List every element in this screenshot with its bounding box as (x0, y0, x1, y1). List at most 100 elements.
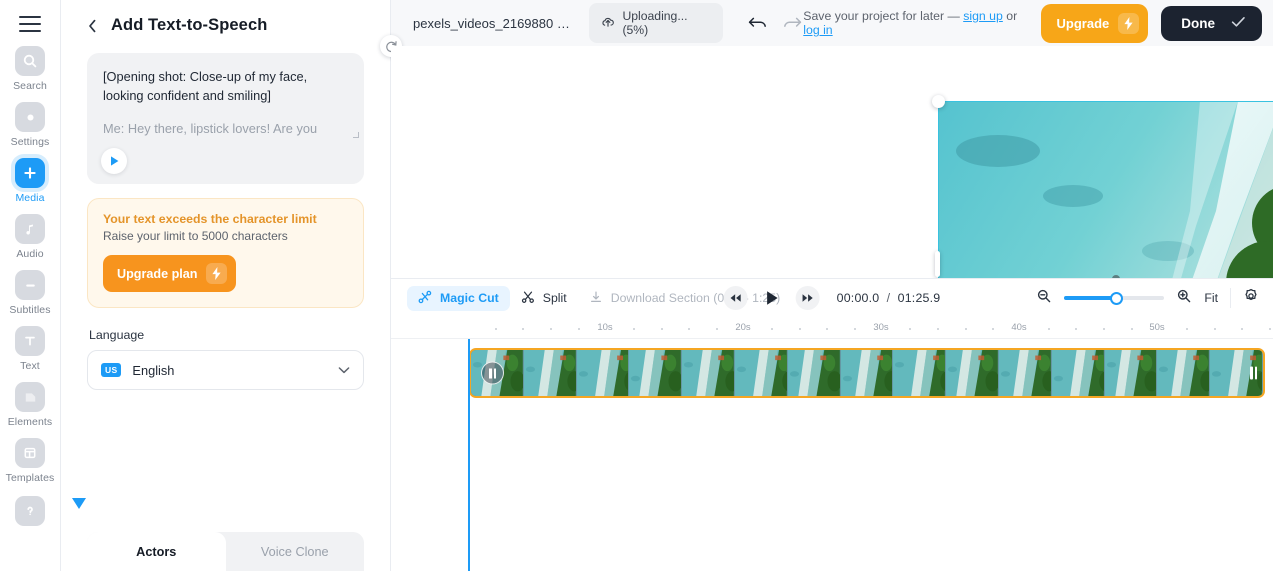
sidebar-item-elements[interactable]: Elements (0, 382, 61, 428)
resize-grip-icon[interactable] (353, 132, 359, 138)
tts-textarea[interactable]: [Opening shot: Close-up of my face, look… (87, 53, 364, 184)
playhead-line (468, 339, 470, 571)
ruler-tick: 20s (735, 322, 751, 333)
zoom-controls: Fit (1036, 288, 1273, 309)
preview-stage: Magic Tools Animation (391, 46, 1273, 472)
clip-thumbnail (1157, 350, 1211, 396)
clip-thumbnail (787, 350, 841, 396)
playback-controls: 00:00.0 / 01:25.9 (723, 285, 941, 311)
ruler-minor-tick (494, 328, 497, 330)
sidebar-item-subtitles[interactable]: Subtitles (0, 270, 61, 316)
zoom-slider-knob[interactable] (1109, 291, 1123, 305)
video-editor-app: Search Settings Media Audio Subtitles Te… (0, 0, 1273, 571)
search-icon (15, 46, 45, 76)
trim-handle-icon[interactable] (1250, 366, 1257, 380)
skip-forward-icon[interactable] (795, 286, 820, 310)
current-time: 00:00.0 (836, 291, 880, 305)
text-t-icon (15, 326, 45, 356)
zoom-in-icon[interactable] (1176, 288, 1192, 309)
ruler-minor-tick (660, 328, 663, 330)
ruler-minor-tick (1213, 328, 1216, 330)
upload-status-chip: Uploading... (5%) (589, 3, 724, 43)
upgrade-button[interactable]: Upgrade (1040, 3, 1149, 43)
timeline-ruler[interactable]: 10s 20s 30s 40s 50s 1m 1:10 1:20 (391, 317, 1273, 339)
plus-icon (15, 158, 45, 188)
upgrade-plan-button[interactable]: Upgrade plan (103, 255, 237, 292)
ruler-tick: 10s (597, 322, 613, 333)
resize-handle-left[interactable] (935, 250, 940, 277)
sidebar-item-label: Elements (7, 416, 53, 428)
clip-thumbnail (734, 350, 788, 396)
redo-arrow-icon[interactable] (781, 15, 803, 31)
sign-up-link[interactable]: sign up (963, 9, 1003, 23)
sidebar-item-text[interactable]: Text (0, 326, 61, 372)
ruler-minor-tick (715, 328, 718, 330)
magic-cut-icon (418, 290, 432, 307)
sidebar-item-label: Audio (16, 248, 44, 260)
ruler-minor-tick (798, 328, 801, 330)
hamburger-menu-icon[interactable] (19, 16, 41, 32)
magic-cut-label: Magic Cut (440, 291, 499, 305)
sidebar-item-search[interactable]: Search (0, 46, 61, 92)
us-flag-badge: US (101, 363, 122, 377)
ruler-minor-tick (909, 328, 912, 330)
clip-thumbnail (682, 350, 735, 396)
ruler-minor-tick (1185, 328, 1188, 330)
sidebar-item-audio[interactable]: Audio (0, 214, 61, 260)
video-clip[interactable] (469, 348, 1265, 398)
log-in-link[interactable]: log in (803, 23, 832, 37)
pause-badge-icon[interactable] (481, 361, 504, 385)
top-bar-right: Save your project for later — sign up or… (803, 3, 1273, 43)
tab-actors[interactable]: Actors (87, 532, 226, 571)
ruler-minor-tick (964, 328, 967, 330)
tts-line-2: Me: Hey there, lipstick lovers! Are you (103, 121, 318, 136)
timeline-track[interactable] (391, 339, 1273, 571)
project-name[interactable]: pexels_videos_2169880 (2... (413, 16, 571, 31)
music-note-icon (15, 214, 45, 244)
zoom-slider[interactable] (1064, 291, 1165, 305)
zoom-out-icon[interactable] (1036, 288, 1052, 309)
magic-cut-button[interactable]: Magic Cut (407, 285, 510, 311)
gear-icon[interactable] (1243, 288, 1259, 309)
left-icon-rail: Search Settings Media Audio Subtitles Te… (0, 0, 61, 571)
elements-icon (15, 382, 45, 412)
text-to-speech-panel: Add Text-to-Speech [Opening shot: Close-… (61, 0, 391, 571)
clip-thumbnail (998, 350, 1052, 396)
tab-voice-clone[interactable]: Voice Clone (226, 532, 365, 571)
top-bar: pexels_videos_2169880 (2... Uploading...… (380, 0, 1273, 57)
upgrade-plan-label: Upgrade plan (117, 266, 198, 281)
done-button[interactable]: Done (1161, 5, 1262, 41)
sidebar-item-templates[interactable]: Templates (0, 438, 61, 484)
play-icon[interactable] (101, 148, 127, 174)
sidebar-item-label: Search (13, 80, 47, 92)
clip-thumbnail (893, 350, 947, 396)
sidebar-item-label: Templates (5, 472, 55, 484)
play-icon[interactable] (759, 285, 785, 311)
chevron-left-icon[interactable] (87, 18, 98, 34)
templates-icon (15, 438, 45, 468)
resize-handle-top-left[interactable] (932, 95, 945, 108)
ruler-tick: 50s (1149, 322, 1165, 333)
help-button[interactable] (0, 496, 61, 526)
ruler-minor-tick (854, 328, 857, 330)
ruler-minor-tick (1130, 328, 1133, 330)
sidebar-item-settings[interactable]: Settings (0, 102, 61, 148)
ruler-minor-tick (1241, 328, 1244, 330)
check-icon (1231, 16, 1246, 31)
language-select[interactable]: US English (87, 350, 364, 390)
voice-tabs: Actors Voice Clone (87, 532, 364, 571)
undo-arrow-icon[interactable] (747, 15, 769, 31)
gear-icon (15, 102, 45, 132)
skip-back-icon[interactable] (723, 286, 748, 310)
split-button[interactable]: Split (510, 286, 578, 311)
sidebar-item-label: Media (15, 192, 45, 204)
save-note-mid: or (1002, 9, 1018, 23)
clip-thumbnail (1051, 350, 1105, 396)
text-fade-overlay (87, 136, 364, 184)
language-label: Language (89, 328, 145, 342)
ruler-minor-tick (826, 328, 829, 330)
warning-subtitle: Raise your limit to 5000 characters (103, 229, 288, 243)
fit-button[interactable]: Fit (1204, 291, 1218, 305)
sidebar-item-media[interactable]: Media (0, 158, 61, 204)
ruler-minor-tick (1102, 328, 1105, 330)
